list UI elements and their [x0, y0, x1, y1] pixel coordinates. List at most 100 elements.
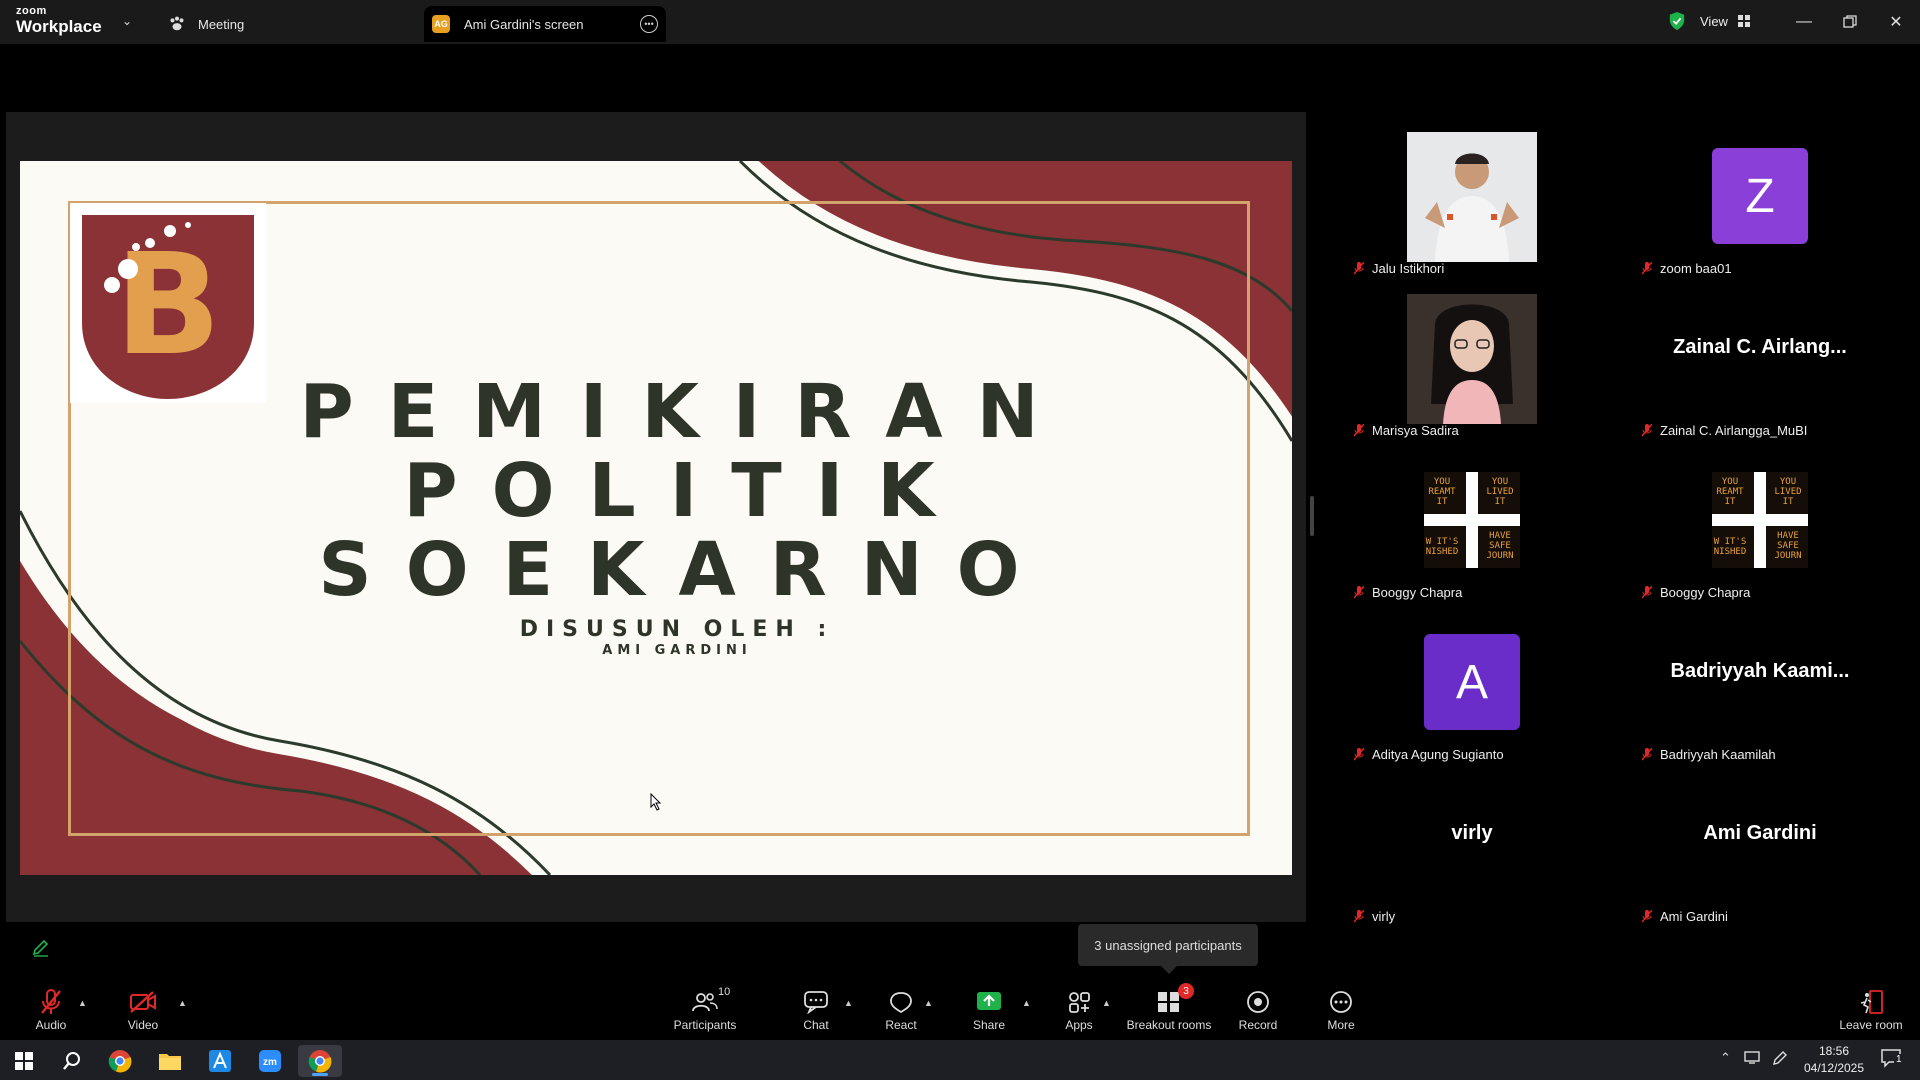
- svg-text:NISHED: NISHED: [1714, 547, 1747, 557]
- svg-text:HAVE: HAVE: [1777, 531, 1799, 541]
- chevron-down-icon[interactable]: ⌄: [122, 14, 132, 28]
- svg-text:YOU: YOU: [1780, 477, 1796, 487]
- slide-title-line-1: PEMIKIRAN: [299, 369, 1073, 455]
- participant-name-text: Badriyyah Kaamilah: [1660, 747, 1776, 762]
- tab-shared-screen[interactable]: AG Ami Gardini's screen •••: [424, 6, 666, 42]
- leave-room-button[interactable]: Leave room: [1826, 988, 1916, 1032]
- participant-name: Booggy Chapra: [1642, 585, 1750, 600]
- chrome-active-icon[interactable]: [298, 1045, 342, 1077]
- notification-icon[interactable]: 1: [1880, 1048, 1904, 1071]
- breakout-rooms-button[interactable]: 3 Breakout rooms: [1124, 983, 1214, 1032]
- more-button[interactable]: More: [1296, 988, 1386, 1032]
- chat-options-caret-icon[interactable]: ▲: [844, 998, 853, 1008]
- meeting-toolbar: Audio ▲ Video ▲ 10 Participants Chat ▲ R…: [0, 980, 1920, 1040]
- participant-tile[interactable]: Z zoom baa01: [1616, 114, 1904, 276]
- poster-text-tr-1: YOU: [1492, 477, 1508, 487]
- participant-name-text: Ami Gardini: [1660, 909, 1728, 924]
- record-label: Record: [1238, 1018, 1278, 1032]
- breakout-rooms-label: Breakout rooms: [1126, 1018, 1212, 1032]
- windows-start-icon[interactable]: [2, 1045, 46, 1077]
- participant-avatar: A: [1424, 634, 1520, 730]
- participant-tile[interactable]: Zainal C. Airlang... Zainal C. Airlangga…: [1616, 276, 1904, 438]
- participants-button[interactable]: 10 Participants: [660, 986, 750, 1032]
- share-options-caret-icon[interactable]: ▲: [1022, 998, 1031, 1008]
- annotate-button[interactable]: [26, 932, 56, 962]
- participant-tile[interactable]: A Aditya Agung Sugianto: [1328, 600, 1616, 762]
- chat-label: Chat: [803, 1018, 829, 1032]
- participant-tile[interactable]: Badriyyah Kaami... Badriyyah Kaamilah: [1616, 600, 1904, 762]
- view-button[interactable]: View: [1668, 8, 1768, 34]
- minimize-icon[interactable]: —: [1792, 10, 1816, 34]
- mic-muted-icon: [1642, 424, 1652, 437]
- zoom-workplace-logo[interactable]: zoom Workplace: [16, 6, 102, 36]
- unassigned-participants-tooltip[interactable]: 3 unassigned participants: [1078, 924, 1258, 974]
- azure-app-icon[interactable]: [198, 1045, 242, 1077]
- record-icon: [1247, 991, 1269, 1013]
- poster-text-tr-2: LIVED: [1486, 487, 1513, 497]
- poster-text-tr-3: IT: [1495, 497, 1506, 507]
- participant-tile[interactable]: YOU REAMT IT YOU LIVED IT W IT'S NISHED …: [1616, 438, 1904, 600]
- react-options-caret-icon[interactable]: ▲: [924, 998, 933, 1008]
- record-button[interactable]: Record: [1213, 988, 1303, 1032]
- share-label: Share: [972, 1018, 1006, 1032]
- apps-icon: [1069, 992, 1090, 1013]
- participant-name-text: Marisya Sadira: [1372, 423, 1459, 438]
- mic-muted-icon: [1642, 748, 1652, 761]
- apps-options-caret-icon[interactable]: ▲: [1102, 998, 1111, 1008]
- audio-options-caret-icon[interactable]: ▲: [78, 998, 87, 1008]
- poster-text-tl-2: REAMT: [1428, 487, 1456, 497]
- audio-button[interactable]: Audio: [6, 988, 96, 1032]
- more-options-icon[interactable]: •••: [640, 15, 658, 33]
- more-label: More: [1327, 1018, 1355, 1032]
- svg-text:zm: zm: [263, 1057, 277, 1068]
- clock-date: 04/12/2025: [1803, 1061, 1865, 1075]
- file-explorer-icon[interactable]: [148, 1045, 192, 1077]
- mic-muted-icon: [1354, 748, 1364, 761]
- mic-muted-icon: [1354, 586, 1364, 599]
- poster-text-bl-2: NISHED: [1426, 547, 1459, 557]
- tab-screen-label: Ami Gardini's screen: [464, 16, 584, 32]
- pen-icon[interactable]: [1772, 1050, 1788, 1069]
- slide-title-line-2: POLITIK: [403, 448, 969, 534]
- close-icon[interactable]: ✕: [1884, 10, 1908, 34]
- clock-time: 18:56: [1818, 1044, 1850, 1058]
- poster-text-tl-1: YOU: [1434, 477, 1450, 487]
- participant-tile[interactable]: Jalu Istikhori: [1328, 114, 1616, 276]
- participants-icon: [692, 993, 718, 1012]
- mic-muted-icon: [1642, 586, 1652, 599]
- poster-text-tl-3: IT: [1437, 497, 1448, 507]
- poster-text-br-1: HAVE: [1489, 531, 1511, 541]
- heart-icon: [890, 992, 912, 1014]
- participant-tile[interactable]: virly virly: [1328, 762, 1616, 924]
- chrome-icon[interactable]: [98, 1045, 142, 1077]
- panel-resize-handle[interactable]: [1310, 496, 1314, 536]
- participant-name: Badriyyah Kaamilah: [1642, 747, 1776, 762]
- search-icon[interactable]: [50, 1045, 94, 1077]
- svg-text:REAMT: REAMT: [1716, 487, 1744, 497]
- share-screen-icon: [977, 992, 1001, 1010]
- svg-text:JOURN: JOURN: [1774, 551, 1801, 561]
- zoom-taskbar-icon[interactable]: zm: [248, 1045, 292, 1077]
- participant-tile[interactable]: Ami Gardini Ami Gardini: [1616, 762, 1904, 924]
- chat-button[interactable]: Chat: [771, 988, 861, 1032]
- react-button[interactable]: React: [856, 988, 946, 1032]
- share-button[interactable]: Share: [944, 988, 1034, 1032]
- participant-tile[interactable]: Marisya Sadira: [1328, 276, 1616, 438]
- participant-avatar: Z: [1712, 148, 1808, 244]
- system-clock[interactable]: 18:56 04/12/2025: [1796, 1043, 1872, 1077]
- video-options-caret-icon[interactable]: ▲: [178, 998, 187, 1008]
- tray-chevron-up-icon[interactable]: ⌃: [1720, 1050, 1731, 1066]
- participant-tile[interactable]: YOU REAMT IT YOU LIVED IT W IT'S NISHED …: [1328, 438, 1616, 600]
- slide-subtitle: DISUSUN OLEH :: [519, 617, 835, 642]
- notification-count: 1: [1894, 1054, 1904, 1065]
- tab-meeting[interactable]: Meeting: [168, 6, 244, 42]
- mouse-cursor-icon: [650, 793, 662, 811]
- participant-name: Ami Gardini: [1642, 909, 1728, 924]
- restore-icon[interactable]: [1838, 10, 1862, 34]
- network-icon[interactable]: [1744, 1050, 1760, 1067]
- video-button[interactable]: Video: [98, 988, 188, 1032]
- more-icon: [1330, 991, 1352, 1013]
- tab-meeting-label: Meeting: [198, 16, 245, 32]
- apps-button[interactable]: Apps: [1034, 988, 1124, 1032]
- breakout-rooms-badge: 3: [1178, 983, 1194, 999]
